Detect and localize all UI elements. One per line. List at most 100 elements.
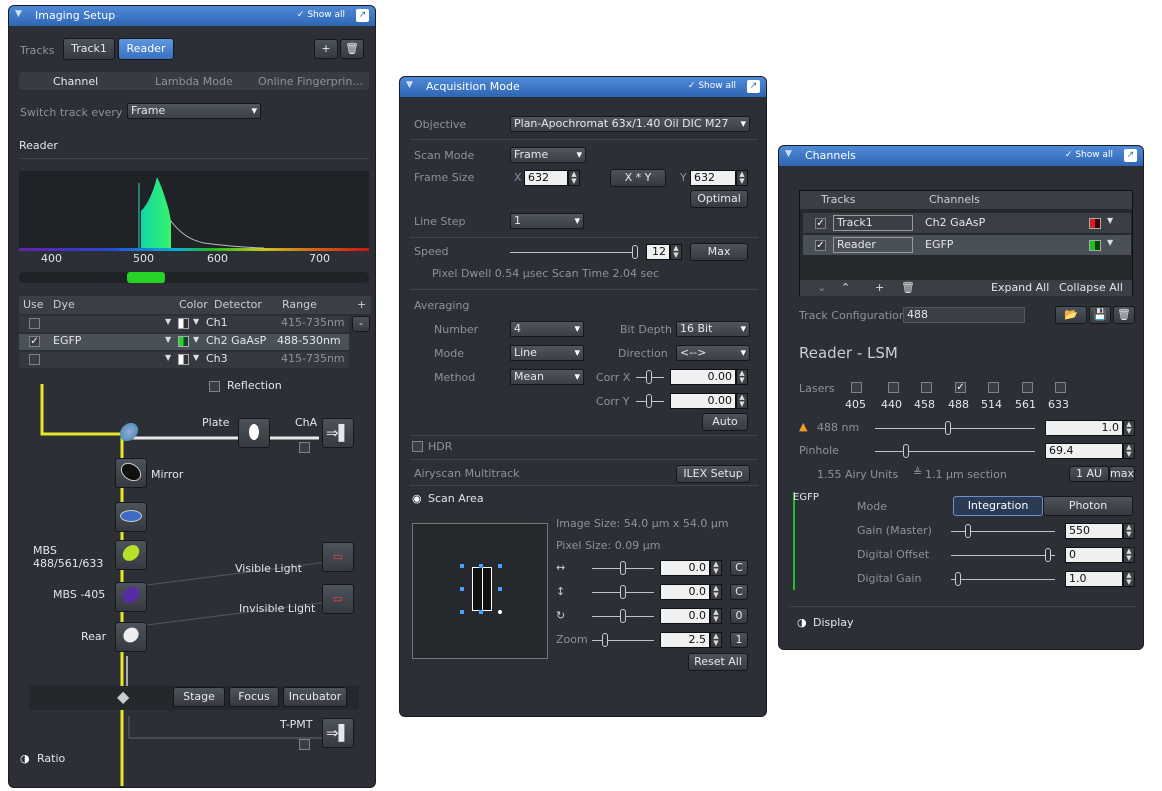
laser-power-spinner[interactable]: ▲ ▼ — [1123, 420, 1135, 436]
max-speed-button[interactable]: Max — [690, 243, 748, 261]
remove-channel-button[interactable]: - — [352, 316, 370, 332]
add-track-button[interactable]: + — [314, 39, 338, 59]
gain-slider-knob[interactable] — [965, 524, 971, 538]
collapse-icon[interactable]: ▼ — [15, 9, 22, 19]
tpmt-detector-button[interactable]: ⇒▌ — [322, 718, 354, 748]
cha-detector-button[interactable]: ⇒▌ — [322, 418, 354, 448]
move-up-icon[interactable]: ⌃ — [841, 281, 850, 294]
corr-x-spinner[interactable]: ▲ ▼ — [736, 369, 748, 385]
offset-slider-knob[interactable] — [1045, 548, 1051, 562]
gain-input[interactable]: 550 — [1065, 523, 1123, 539]
collapse-section-icon[interactable]: ◉ — [412, 492, 422, 505]
panel-header[interactable]: ▼ Channels ✓ Show all ↗ — [779, 146, 1143, 166]
resize-handle[interactable] — [479, 564, 483, 568]
show-all-toggle[interactable]: ✓ Show all — [1065, 150, 1113, 160]
zoom-input[interactable]: 2.5 — [660, 632, 710, 648]
reset-rotation-button[interactable]: 0 — [730, 608, 748, 624]
zoom-spinner[interactable]: ▲ ▼ — [710, 632, 722, 648]
corr-y-spinner[interactable]: ▲ ▼ — [736, 393, 748, 409]
add-channel-button[interactable]: + — [357, 298, 366, 311]
optimal-button[interactable]: Optimal — [690, 190, 748, 208]
track1-button[interactable]: Track1 — [63, 38, 115, 60]
speed-slider-knob[interactable] — [632, 245, 638, 259]
show-all-toggle[interactable]: ✓ Show all — [297, 10, 345, 20]
show-all-toggle[interactable]: ✓ Show all — [688, 81, 736, 91]
corr-x-slider-knob[interactable] — [646, 370, 652, 384]
laser-488-checkbox[interactable]: ✓ — [955, 382, 966, 393]
cha-checkbox[interactable] — [299, 442, 310, 453]
dye-dropdown-arrow[interactable]: ▼ — [165, 335, 171, 344]
add-track-icon[interactable]: + — [875, 281, 884, 294]
range-slider-handle[interactable] — [127, 272, 165, 283]
offset-x-slider-knob[interactable] — [620, 561, 626, 575]
switch-track-dropdown[interactable]: Frame — [127, 103, 261, 119]
undock-icon[interactable]: ↗ — [356, 9, 369, 22]
color-dropdown-arrow[interactable]: ▼ — [193, 335, 199, 344]
zoom-one-button[interactable]: 1 — [730, 632, 748, 648]
digital-gain-spinner[interactable]: ▲ ▼ — [1123, 571, 1135, 587]
reset-all-button[interactable]: Reset All — [688, 653, 748, 671]
delete-icon[interactable]: 🗑 — [901, 281, 915, 294]
method-dropdown[interactable]: Mean — [510, 369, 584, 385]
dye-dropdown-arrow[interactable]: ▼ — [165, 317, 171, 326]
color-swatch[interactable] — [178, 354, 189, 365]
channel-color-swatch[interactable] — [1089, 218, 1101, 229]
use-checkbox[interactable] — [29, 354, 40, 365]
open-config-button[interactable]: 📂 — [1055, 306, 1087, 324]
center-y-button[interactable]: C — [730, 584, 748, 600]
digital-gain-slider-track[interactable] — [951, 579, 1055, 580]
mbs1-button[interactable] — [115, 540, 147, 570]
undock-icon[interactable]: ↗ — [1124, 149, 1137, 162]
channel-color-swatch[interactable] — [1089, 240, 1101, 251]
frame-x-spinner[interactable]: ▲ ▼ — [568, 170, 580, 186]
laser-633-checkbox[interactable] — [1055, 382, 1066, 393]
auto-button[interactable]: Auto — [702, 413, 748, 431]
offset-x-spinner[interactable]: ▲ ▼ — [710, 560, 722, 576]
corr-x-input[interactable]: 0.00 — [670, 369, 736, 385]
laser-power-input[interactable]: 1.0 — [1045, 420, 1123, 436]
speed-slider-track[interactable] — [510, 252, 636, 253]
track-checkbox[interactable]: ✓ — [815, 240, 826, 251]
scan-area-view[interactable] — [412, 523, 548, 659]
display-section[interactable]: Display — [813, 616, 854, 629]
color-swatch[interactable] — [178, 318, 189, 329]
reader-button[interactable]: Reader — [118, 38, 174, 60]
pinhole-slider-knob[interactable] — [903, 444, 909, 458]
bit-depth-dropdown[interactable]: 16 Bit — [676, 321, 750, 337]
zoom-slider-knob[interactable] — [602, 633, 608, 647]
ilex-setup-button[interactable]: ILEX Setup — [676, 465, 750, 483]
offset-slider-track[interactable] — [951, 555, 1055, 556]
mirror-button[interactable] — [115, 458, 147, 488]
pinhole-slider-track[interactable] — [875, 451, 1035, 452]
range[interactable]: 488-530nm — [277, 334, 341, 347]
expand-icon[interactable]: ◑ — [20, 752, 30, 765]
scan-area-header[interactable]: Scan Area — [428, 492, 484, 505]
digital-offset-input[interactable]: 0 — [1065, 547, 1123, 563]
range[interactable]: 415-735nm — [281, 316, 345, 329]
pinhole-max-button[interactable]: max — [1109, 466, 1135, 482]
rotation-input[interactable]: 0.0 — [660, 608, 710, 624]
laser-561-checkbox[interactable] — [1022, 382, 1033, 393]
line-step-dropdown[interactable]: 1 — [510, 213, 584, 229]
expand-icon[interactable]: ◑ — [797, 616, 807, 629]
resize-handle[interactable] — [498, 564, 502, 568]
xy-link-button[interactable]: X * Y — [610, 169, 666, 187]
rear-button[interactable] — [115, 622, 147, 652]
mode-dropdown[interactable]: Line — [510, 345, 584, 361]
offset-x-input[interactable]: 0.0 — [660, 560, 710, 576]
integration-mode-button[interactable]: Integration — [953, 496, 1043, 516]
laser-514-checkbox[interactable] — [988, 382, 999, 393]
range[interactable]: 415-735nm — [281, 352, 345, 365]
channel-color-dropdown-arrow[interactable]: ▼ — [1107, 238, 1113, 247]
tab-online-fingerprinting[interactable]: Online Fingerprin... — [258, 75, 363, 88]
speed-spinner[interactable]: ▲ ▼ — [670, 244, 682, 260]
laser-458-checkbox[interactable] — [921, 382, 932, 393]
frame-y-input[interactable]: 632 — [690, 170, 736, 186]
move-down-icon[interactable]: ⌄ — [817, 281, 826, 294]
offset-y-slider-knob[interactable] — [620, 585, 626, 599]
one-au-button[interactable]: 1 AU — [1069, 466, 1109, 482]
use-checkbox[interactable] — [29, 318, 40, 329]
digital-gain-input[interactable]: 1.0 — [1065, 571, 1123, 587]
track-checkbox[interactable]: ✓ — [815, 218, 826, 229]
pinhole-input[interactable]: 69.4 — [1045, 443, 1123, 459]
